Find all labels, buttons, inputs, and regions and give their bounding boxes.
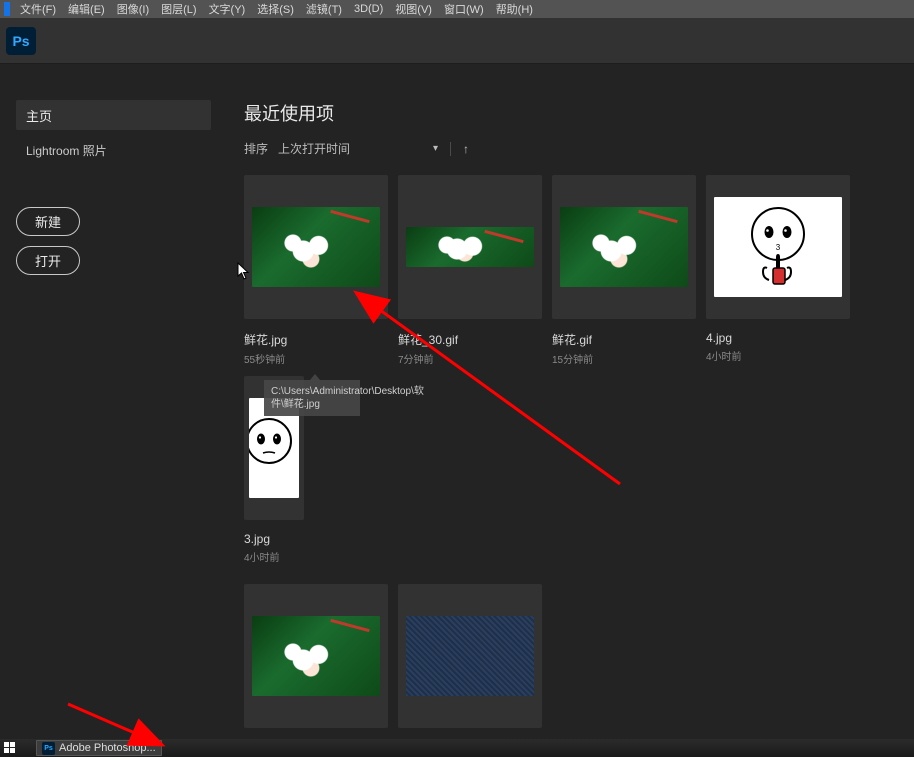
sort-row: 排序 上次打开时间 ▾ ↑ [244, 140, 914, 157]
recent-item[interactable]: 鲜花.gif 15分钟前 [552, 175, 696, 366]
recent-item[interactable]: 鲜花_30.gif 7分钟前 [398, 175, 542, 366]
sort-value: 上次打开时间 [278, 140, 350, 157]
menu-filter[interactable]: 滤镜(T) [300, 1, 348, 17]
taskbar-app-label: Adobe Photoshop... [59, 742, 156, 754]
section-title: 最近使用项 [244, 100, 914, 126]
file-time: 55秒钟前 [244, 351, 388, 366]
thumbnail [398, 584, 542, 728]
thumbnail [398, 175, 542, 319]
sort-label: 排序 [244, 140, 268, 157]
sidebar-item-lightroom[interactable]: Lightroom 照片 [16, 136, 211, 165]
app-icon-sliver [4, 2, 10, 16]
recent-item[interactable]: timg.jpg 前天 [398, 584, 542, 757]
menu-bar: 文件(F) 编辑(E) 图像(I) 图层(L) 文字(Y) 选择(S) 滤镜(T… [0, 0, 914, 18]
thumbnail: 3 [706, 175, 850, 319]
new-button[interactable]: 新建 [16, 207, 80, 236]
recent-content: 最近使用项 排序 上次打开时间 ▾ ↑ 鲜花.jpg 55秒钟前 鲜花_30.g… [244, 100, 914, 757]
menu-3d[interactable]: 3D(D) [348, 3, 389, 15]
home-workspace: 主页 Lightroom 照片 新建 打开 最近使用项 排序 上次打开时间 ▾ … [0, 64, 914, 739]
recent-item[interactable]: 鲜花.pdf 23小时前 [244, 584, 388, 757]
menu-type[interactable]: 文字(Y) [203, 1, 252, 17]
photoshop-logo-icon[interactable]: Ps [6, 27, 36, 55]
recent-grid: 鲜花.jpg 55秒钟前 鲜花_30.gif 7分钟前 鲜花.gif 15分钟前 [244, 175, 914, 757]
taskbar-app-photoshop[interactable]: Ps Adobe Photoshop... [36, 740, 162, 756]
file-time: 15分钟前 [552, 351, 696, 366]
sidebar-item-home[interactable]: 主页 [16, 100, 211, 130]
menu-window[interactable]: 窗口(W) [438, 1, 490, 17]
recent-item[interactable]: 3 4.jpg 4小时前 [706, 175, 850, 366]
face-drink-icon: 3 [743, 202, 813, 292]
home-sidebar: 主页 Lightroom 照片 新建 打开 [16, 100, 211, 275]
face-plain-icon [249, 413, 299, 483]
start-button[interactable] [2, 740, 18, 756]
thumbnail [552, 175, 696, 319]
divider [450, 142, 451, 156]
sort-direction-icon[interactable]: ↑ [463, 142, 469, 156]
menu-image[interactable]: 图像(I) [111, 1, 155, 17]
tool-strip: Ps [0, 18, 914, 64]
file-name: 鲜花.jpg [244, 331, 388, 348]
photoshop-mini-icon: Ps [42, 742, 55, 755]
tooltip: C:\Users\Administrator\Desktop\软件\鲜花.jpg [264, 380, 360, 416]
file-time: 4小时前 [706, 348, 850, 363]
windows-icon [4, 742, 16, 754]
thumbnail [244, 175, 388, 319]
thumbnail [244, 584, 388, 728]
sort-select[interactable]: 上次打开时间 ▾ [278, 140, 438, 157]
file-name: 鲜花_30.gif [398, 331, 542, 348]
windows-taskbar: Ps Adobe Photoshop... [0, 739, 914, 757]
menu-view[interactable]: 视图(V) [389, 1, 438, 17]
open-button[interactable]: 打开 [16, 246, 80, 275]
file-time: 4小时前 [244, 549, 304, 564]
menu-select[interactable]: 选择(S) [251, 1, 300, 17]
menu-layer[interactable]: 图层(L) [155, 1, 202, 17]
file-name: 鲜花.gif [552, 331, 696, 348]
file-name: 3.jpg [244, 532, 304, 546]
svg-text:3: 3 [776, 243, 781, 252]
file-time: 7分钟前 [398, 351, 542, 366]
menu-help[interactable]: 帮助(H) [490, 1, 539, 17]
recent-item[interactable]: 鲜花.jpg 55秒钟前 [244, 175, 388, 366]
file-name: 4.jpg [706, 331, 850, 345]
menu-file[interactable]: 文件(F) [14, 1, 62, 17]
menu-edit[interactable]: 编辑(E) [62, 1, 111, 17]
chevron-down-icon: ▾ [433, 143, 438, 154]
